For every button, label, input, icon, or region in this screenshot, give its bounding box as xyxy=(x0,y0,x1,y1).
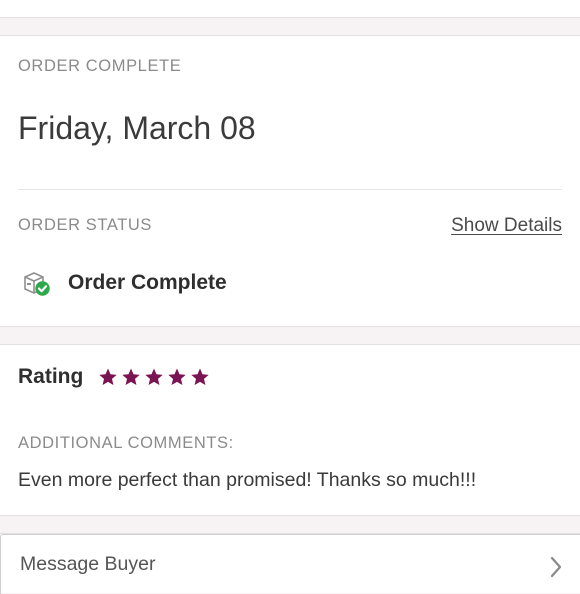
order-status-text: Order Complete xyxy=(68,271,227,294)
order-summary-card: ORDER COMPLETE Friday, March 08 ORDER ST… xyxy=(0,35,580,327)
star-icon xyxy=(191,368,209,385)
package-check-icon xyxy=(24,272,50,296)
rating-stars xyxy=(98,367,210,387)
message-buyer-label: Message Buyer xyxy=(20,553,156,575)
star-icon xyxy=(145,368,163,385)
buyer-comment: Even more perfect than promised! Thanks … xyxy=(18,469,477,491)
star-icon xyxy=(99,368,117,385)
order-complete-heading: ORDER COMPLETE xyxy=(18,57,182,75)
rating-label: Rating xyxy=(18,365,84,388)
show-details-link[interactable]: Show Details xyxy=(451,215,562,237)
additional-comments-heading: ADDITIONAL COMMENTS: xyxy=(18,434,234,452)
rating-card: Rating ADDITIONAL COMMENTS: Even more pe… xyxy=(0,344,580,516)
message-buyer-row[interactable]: Message Buyer xyxy=(0,533,580,594)
section-divider xyxy=(18,189,562,190)
order-status-heading: ORDER STATUS xyxy=(18,216,153,234)
chevron-right-icon xyxy=(550,556,562,578)
star-icon xyxy=(122,368,140,385)
order-date: Friday, March 08 xyxy=(18,110,256,146)
top-card-strip xyxy=(0,0,580,18)
star-icon xyxy=(168,368,186,385)
